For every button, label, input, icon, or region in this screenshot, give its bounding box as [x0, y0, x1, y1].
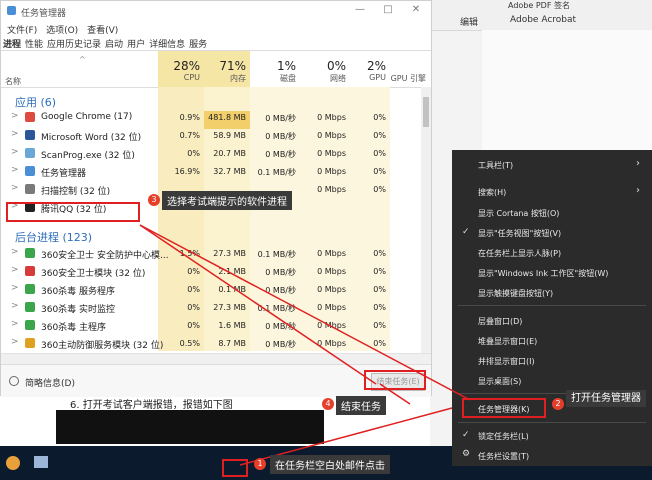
highlight-qq-row — [6, 202, 140, 222]
step-3-badge: 3 — [148, 194, 160, 206]
step-3-callout: 选择考试端提示的软件进程 — [162, 191, 292, 210]
step-4-badge: 4 — [322, 398, 334, 410]
highlight-task-manager-item — [462, 398, 546, 418]
step-2-badge: 2 — [552, 398, 564, 410]
step-1-badge: 1 — [254, 458, 266, 470]
step-4-callout: 结束任务 — [336, 396, 386, 415]
step-1-callout: 在任务栏空白处邮件点击 — [270, 455, 390, 474]
highlight-taskbar-blank — [222, 459, 248, 477]
step-2-callout: 打开任务管理器 — [566, 390, 646, 407]
highlight-end-task — [364, 370, 426, 390]
arrow-3 — [139, 224, 377, 385]
